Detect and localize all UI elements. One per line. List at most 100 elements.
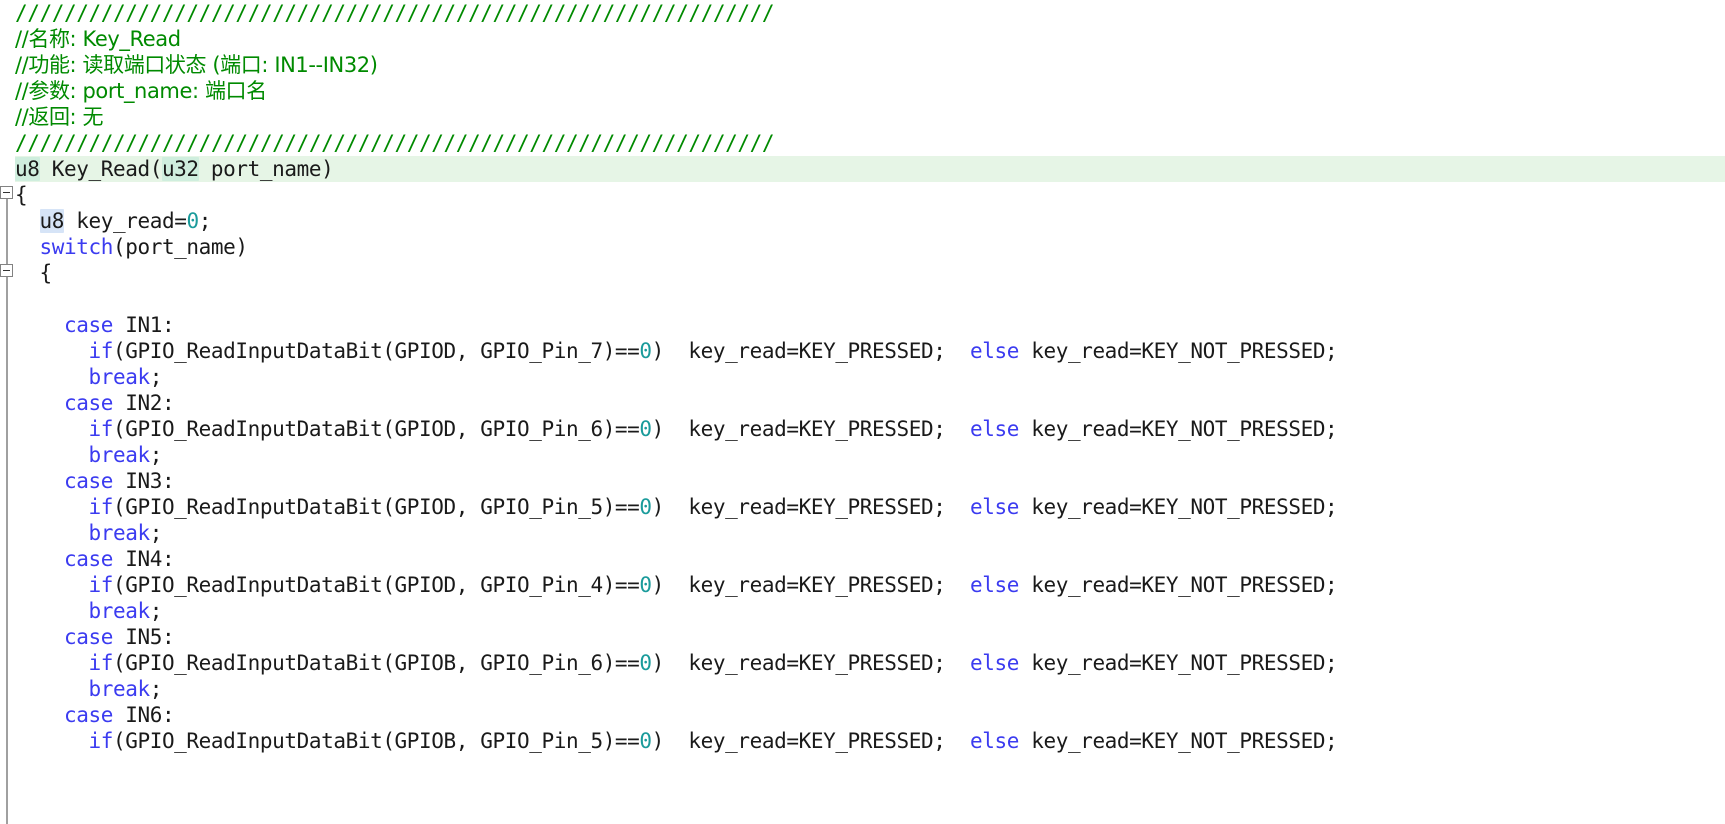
- code-token-comment: ////////////////////////////////////////…: [15, 1, 775, 25]
- code-token-plain: key_read=KEY_NOT_PRESSED;: [1018, 495, 1338, 519]
- code-line[interactable]: u8 Key_Read(u32 port_name): [0, 156, 1725, 182]
- code-token-keyword: break: [88, 599, 150, 623]
- code-token-plain: IN4:: [112, 547, 175, 571]
- code-token-keyword: else: [970, 573, 1019, 597]
- code-token-comment: //返回: 无: [15, 105, 104, 129]
- code-token-keyword: if: [88, 729, 113, 753]
- code-token-plain: IN1:: [112, 313, 175, 337]
- code-token-plain: (GPIO_ReadInputDataBit(GPIOD, GPIO_Pin_6…: [112, 417, 640, 441]
- code-token-comment: //功能: 读取端口状态 (端口: IN1--IN32): [15, 53, 378, 77]
- code-editor-view[interactable]: ////////////////////////////////////////…: [0, 0, 1725, 824]
- code-token-plain: ;: [149, 443, 163, 467]
- fold-marker-function-body[interactable]: [0, 186, 13, 199]
- code-line[interactable]: if(GPIO_ReadInputDataBit(GPIOD, GPIO_Pin…: [0, 494, 1725, 520]
- code-token-plain: ) key_read=KEY_PRESSED;: [651, 339, 970, 363]
- code-token-keyword: case: [63, 391, 113, 415]
- code-line-text: if(GPIO_ReadInputDataBit(GPIOD, GPIO_Pin…: [0, 416, 1337, 442]
- code-token-plain: Key_Read(: [39, 157, 163, 181]
- code-token-keyword: else: [970, 417, 1019, 441]
- code-text-surface[interactable]: ////////////////////////////////////////…: [0, 0, 1725, 824]
- code-line[interactable]: if(GPIO_ReadInputDataBit(GPIOD, GPIO_Pin…: [0, 572, 1725, 598]
- code-line-text: break;: [0, 598, 162, 624]
- code-token-plain: ) key_read=KEY_PRESSED;: [651, 729, 970, 753]
- code-line[interactable]: case IN1:: [0, 312, 1725, 338]
- code-line[interactable]: //名称: Key_Read: [0, 26, 1725, 52]
- code-line-text: case IN2:: [0, 390, 175, 416]
- code-token-comment: ////////////////////////////////////////…: [15, 131, 775, 155]
- code-folding-gutter[interactable]: [0, 0, 15, 824]
- code-token-plain: IN5:: [112, 625, 175, 649]
- code-token-plain: IN6:: [112, 703, 175, 727]
- code-line[interactable]: {: [0, 260, 1725, 286]
- code-token-plain: ;: [198, 209, 212, 233]
- code-line-text: //返回: 无: [0, 104, 104, 130]
- code-token-keyword: switch: [39, 235, 114, 259]
- code-token-keyword: else: [970, 651, 1019, 675]
- code-line[interactable]: //功能: 读取端口状态 (端口: IN1--IN32): [0, 52, 1725, 78]
- code-token-keyword: case: [63, 547, 113, 571]
- code-line[interactable]: {: [0, 182, 1725, 208]
- code-token-number: 0: [186, 209, 199, 233]
- code-token-keyword: if: [88, 651, 113, 675]
- code-line[interactable]: ////////////////////////////////////////…: [0, 130, 1725, 156]
- code-token-plain: (GPIO_ReadInputDataBit(GPIOB, GPIO_Pin_5…: [112, 729, 640, 753]
- code-token-keyword: else: [970, 339, 1019, 363]
- code-line-text: u8 Key_Read(u32 port_name): [0, 156, 334, 182]
- code-token-plain: ) key_read=KEY_PRESSED;: [651, 417, 970, 441]
- code-token-plain: port_name): [198, 157, 334, 181]
- code-token-plain: ;: [149, 521, 163, 545]
- code-line-text: case IN3:: [0, 468, 175, 494]
- code-line[interactable]: case IN5:: [0, 624, 1725, 650]
- fold-marker-switch-body[interactable]: [0, 264, 13, 277]
- code-token-plain: {: [15, 261, 52, 285]
- code-line-text: //参数: port_name: 端口名: [0, 78, 267, 104]
- code-line[interactable]: u8 key_read=0;: [0, 208, 1725, 234]
- code-line[interactable]: case IN4:: [0, 546, 1725, 572]
- code-line[interactable]: switch(port_name): [0, 234, 1725, 260]
- code-line[interactable]: case IN3:: [0, 468, 1725, 494]
- code-token-keyword: if: [88, 573, 113, 597]
- code-line-text: //名称: Key_Read: [0, 26, 181, 52]
- code-token-plain: key_read=KEY_NOT_PRESSED;: [1018, 339, 1338, 363]
- code-line[interactable]: case IN2:: [0, 390, 1725, 416]
- code-token-plain: key_read=KEY_NOT_PRESSED;: [1018, 417, 1338, 441]
- code-line-text: ////////////////////////////////////////…: [0, 130, 774, 156]
- code-line[interactable]: break;: [0, 676, 1725, 702]
- code-token-plain: {: [15, 183, 28, 207]
- code-token-number: 0: [639, 651, 652, 675]
- code-token-comment: //名称: Key_Read: [15, 27, 181, 51]
- code-line[interactable]: break;: [0, 442, 1725, 468]
- code-line[interactable]: if(GPIO_ReadInputDataBit(GPIOD, GPIO_Pin…: [0, 416, 1725, 442]
- code-line[interactable]: if(GPIO_ReadInputDataBit(GPIOD, GPIO_Pin…: [0, 338, 1725, 364]
- code-token-keyword: break: [88, 365, 150, 389]
- code-line[interactable]: //参数: port_name: 端口名: [0, 78, 1725, 104]
- code-line[interactable]: if(GPIO_ReadInputDataBit(GPIOB, GPIO_Pin…: [0, 650, 1725, 676]
- code-token-keyword: break: [88, 677, 150, 701]
- code-line[interactable]: break;: [0, 598, 1725, 624]
- code-line[interactable]: break;: [0, 364, 1725, 390]
- code-line[interactable]: //返回: 无: [0, 104, 1725, 130]
- code-token-plain: u32: [161, 157, 199, 181]
- code-line[interactable]: ////////////////////////////////////////…: [0, 0, 1725, 26]
- code-line[interactable]: case IN6:: [0, 702, 1725, 728]
- code-line[interactable]: break;: [0, 520, 1725, 546]
- code-line-text: if(GPIO_ReadInputDataBit(GPIOB, GPIO_Pin…: [0, 728, 1337, 754]
- code-token-keyword: if: [88, 339, 113, 363]
- code-line[interactable]: [0, 286, 1725, 312]
- code-token-plain: key_read=KEY_NOT_PRESSED;: [1018, 729, 1338, 753]
- code-token-plain: ) key_read=KEY_PRESSED;: [651, 573, 970, 597]
- code-line[interactable]: if(GPIO_ReadInputDataBit(GPIOB, GPIO_Pin…: [0, 728, 1725, 754]
- code-line-text: u8 key_read=0;: [0, 208, 211, 234]
